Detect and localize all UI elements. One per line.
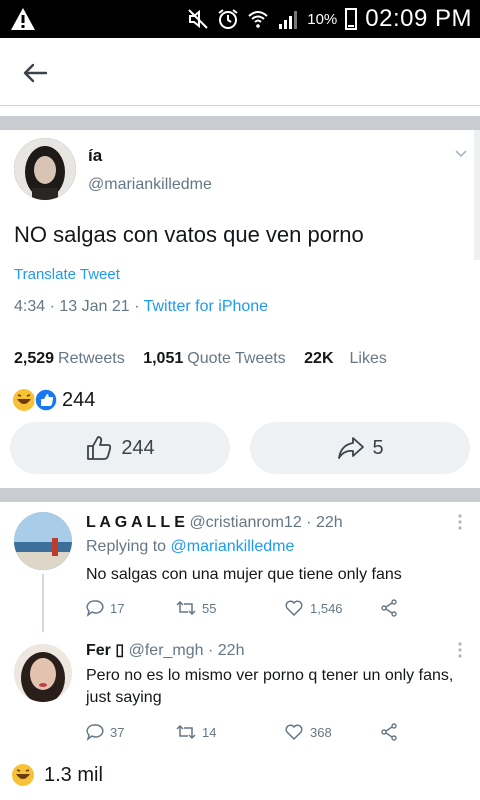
mute-icon — [188, 9, 208, 29]
retweet-action[interactable]: 14 — [176, 723, 284, 741]
avatar-photo — [14, 138, 76, 200]
thread-line — [42, 574, 44, 632]
retweet-icon — [176, 600, 196, 616]
reply-author-handle[interactable]: @fer_mgh — [129, 642, 204, 659]
reply-author-name[interactable]: Fer ▯ — [86, 642, 124, 659]
chevron-down-icon[interactable] — [454, 148, 468, 160]
retweets-label: Retweets — [58, 350, 125, 367]
reply-count: 17 — [110, 600, 125, 616]
battery-percent: 10% — [307, 10, 338, 28]
reply-time: · 22h — [301, 514, 343, 531]
alarm-icon — [218, 9, 238, 29]
reply-text: Pero no es lo mismo ver porno q tener un… — [86, 667, 454, 706]
comment-icon — [86, 724, 104, 741]
app-header — [0, 38, 480, 106]
reply-actions: 37 14 368 — [86, 722, 398, 742]
reply-header: L A G A L L E @cristianrom12 · 22h — [86, 514, 343, 532]
wifi-icon — [248, 11, 268, 28]
battery-icon — [345, 8, 358, 30]
like-button-count: 244 — [121, 436, 155, 459]
retweet-count: 14 — [202, 724, 217, 740]
more-options-icon[interactable] — [458, 642, 462, 658]
tweet-text: NO salgas con vatos que ven porno — [14, 222, 364, 247]
tweet-author-name[interactable]: ía — [88, 146, 102, 166]
retweet-action[interactable]: 55 — [176, 599, 284, 617]
like-button[interactable]: 244 — [10, 422, 230, 474]
avatar[interactable] — [14, 512, 72, 570]
replying-to-mention[interactable]: @mariankilledme — [171, 538, 295, 555]
reply-tweet[interactable]: L A G A L L E @cristianrom12 · 22h Reply… — [0, 502, 480, 632]
footer-reaction-count: 1.3 mil — [44, 763, 103, 786]
status-bar: 10% 02:09 PM — [0, 0, 480, 38]
signal-icon — [279, 11, 298, 29]
footer-reaction-summary[interactable]: 1.3 mil — [10, 760, 103, 790]
replying-to: Replying to @mariankilledme — [86, 538, 294, 556]
retweets-count: 2,529 — [14, 350, 55, 367]
tweet-author-handle[interactable]: @mariankilledme — [88, 176, 212, 194]
tweet-meta: 4:34 · 13 Jan 21 · Twitter for iPhone — [14, 298, 268, 316]
likes-stat[interactable]: 22K Likes — [304, 350, 387, 367]
reply-header: Fer ▯ @fer_mgh · 22h — [86, 640, 244, 660]
retweet-count: 55 — [202, 600, 217, 616]
avatar-photo — [14, 644, 72, 702]
reply-text: No salgas con una mujer que tiene only f… — [86, 566, 402, 583]
more-options-icon[interactable] — [458, 514, 462, 530]
heart-icon — [285, 600, 303, 617]
translate-tweet-link[interactable]: Translate Tweet — [14, 266, 120, 283]
share-icon[interactable] — [380, 723, 398, 741]
share-icon[interactable] — [380, 599, 398, 617]
quotes-count: 1,051 — [143, 350, 184, 367]
share-button[interactable]: 5 — [250, 422, 470, 474]
heart-icon — [285, 724, 303, 741]
likes-label: Likes — [349, 350, 387, 367]
retweets-stat[interactable]: 2,529 Retweets — [14, 350, 125, 367]
main-tweet: ía @mariankilledme NO salgas con vatos q… — [0, 130, 480, 488]
scroll-indicator — [474, 130, 480, 260]
section-divider — [0, 488, 480, 502]
reply-action[interactable]: 37 — [86, 723, 176, 741]
share-arrow-icon — [338, 437, 365, 459]
reply-action[interactable]: 17 — [86, 599, 176, 617]
avatar[interactable] — [14, 138, 76, 200]
like-action[interactable]: 1,546 — [284, 599, 380, 617]
tweet-stats: 2,529 Retweets 1,051 Quote Tweets 22K Likes — [14, 350, 401, 368]
reaction-summary[interactable]: 244 — [12, 386, 95, 414]
like-count: 368 — [310, 724, 332, 740]
tweet-source[interactable]: Twitter for iPhone — [144, 298, 269, 315]
retweet-icon — [176, 724, 196, 740]
reaction-count: 244 — [62, 388, 96, 411]
reply-author-name[interactable]: L A G A L L E — [86, 514, 185, 531]
tweet-timestamp: 4:34 · 13 Jan 21 · — [14, 298, 144, 315]
likes-count: 22K — [304, 350, 334, 367]
share-button-count: 5 — [372, 436, 384, 459]
like-count: 1,546 — [310, 600, 343, 616]
like-reaction-icon — [34, 388, 58, 412]
reply-actions: 17 55 1,546 — [86, 598, 398, 618]
quotes-label: Quote Tweets — [187, 350, 286, 367]
reply-count: 37 — [110, 724, 125, 740]
avatar[interactable] — [14, 644, 72, 702]
reply-author-handle[interactable]: @cristianrom12 — [189, 514, 301, 531]
haha-reaction-icon — [12, 764, 34, 786]
avatar-photo — [14, 512, 72, 570]
comment-icon — [86, 600, 104, 617]
warning-icon — [11, 8, 35, 30]
thumbs-up-icon — [87, 436, 112, 460]
reply-time: · 22h — [203, 642, 245, 659]
reply-tweet[interactable]: Fer ▯ @fer_mgh · 22h Pero no es lo mismo… — [0, 632, 480, 758]
quotes-stat[interactable]: 1,051 Quote Tweets — [143, 350, 285, 367]
section-divider — [0, 116, 480, 130]
arrow-left-icon[interactable] — [18, 56, 52, 90]
like-action[interactable]: 368 — [284, 723, 380, 741]
replying-to-prefix: Replying to — [86, 538, 171, 555]
clock-time: 02:09 PM — [365, 5, 472, 32]
